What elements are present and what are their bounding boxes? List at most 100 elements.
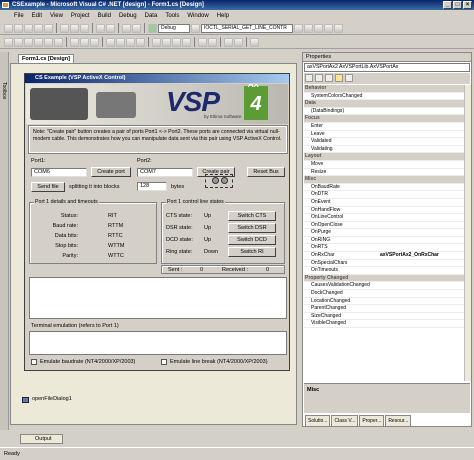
property-value[interactable] [380, 146, 464, 153]
nav-back-icon[interactable] [122, 23, 131, 33]
menu-project[interactable]: Project [71, 11, 90, 21]
toolbox-icon[interactable] [324, 23, 333, 33]
reset-bus-button[interactable]: Reset Bus [247, 167, 285, 177]
property-value[interactable] [380, 161, 464, 168]
solution-explorer-icon[interactable] [304, 23, 313, 33]
property-value[interactable] [380, 138, 464, 145]
property-value[interactable] [380, 305, 464, 312]
property-row[interactable]: OnLineControl [304, 214, 464, 222]
property-value[interactable] [380, 313, 464, 320]
vertical-spacing-icon[interactable] [152, 37, 161, 47]
log-area[interactable] [29, 277, 287, 319]
align-bottoms-icon[interactable] [54, 37, 63, 47]
designer-form[interactable]: CS Example (VSP ActiveX Control) VSP AX 4… [24, 73, 290, 371]
decrease-hspace-icon[interactable] [126, 37, 135, 47]
property-row[interactable]: Enter [304, 123, 464, 131]
block-size-input[interactable]: 128 [137, 182, 167, 191]
property-value[interactable] [380, 298, 464, 305]
property-row[interactable]: LocationChanged [304, 298, 464, 306]
property-row[interactable]: OnRING [304, 237, 464, 245]
property-row[interactable]: DockChanged [304, 290, 464, 298]
switch-dcd-button[interactable]: Switch DCD [228, 235, 276, 245]
property-category[interactable]: Property Changed [304, 274, 464, 283]
property-row[interactable]: OnRxChar axVSPortAx2_OnRxChar [304, 252, 464, 260]
port1-input[interactable]: COM6 [31, 168, 87, 177]
property-pages-icon[interactable] [345, 74, 353, 82]
emulate-baud-checkbox[interactable] [31, 359, 37, 365]
property-value[interactable] [380, 290, 464, 297]
save-icon[interactable] [34, 23, 43, 33]
make-same-width-icon[interactable] [70, 37, 79, 47]
alphabetic-icon[interactable] [315, 74, 323, 82]
menu-file[interactable]: File [14, 11, 24, 21]
make-same-height-icon[interactable] [80, 37, 89, 47]
property-value[interactable] [380, 229, 464, 236]
property-category[interactable]: Layout [304, 153, 464, 161]
cut-icon[interactable] [60, 23, 69, 33]
property-value[interactable] [380, 169, 464, 176]
switch-ri-button[interactable]: Switch RI [228, 247, 276, 257]
terminal-area[interactable] [29, 331, 287, 355]
switch-cts-button[interactable]: Switch CTS [228, 211, 276, 221]
property-category[interactable]: Behavior [304, 85, 464, 93]
maximize-button[interactable]: □ [453, 1, 462, 9]
new-project-icon[interactable] [4, 23, 13, 33]
send-file-button[interactable]: Send file [31, 182, 65, 192]
property-value[interactable] [380, 191, 464, 198]
bring-to-front-icon[interactable] [224, 37, 233, 47]
panel-tab[interactable]: Class V... [331, 415, 359, 427]
property-row[interactable]: Validating [304, 146, 464, 154]
class-view-icon[interactable] [334, 23, 343, 33]
property-grid[interactable]: Behavior SystemColorsChanged Data (DataBind… [304, 85, 464, 381]
property-row[interactable]: OnRTS [304, 244, 464, 253]
make-same-size-icon[interactable] [90, 37, 99, 47]
close-button[interactable]: × [463, 1, 472, 9]
property-value[interactable] [380, 214, 464, 221]
property-row[interactable]: OnDTR [304, 191, 464, 199]
properties-icon[interactable] [314, 23, 323, 33]
property-value[interactable] [380, 244, 464, 251]
property-row[interactable]: CausesValidationChanged [304, 282, 464, 291]
property-category[interactable]: Misc [304, 176, 464, 184]
property-value[interactable] [380, 123, 464, 130]
minimize-button[interactable]: _ [443, 1, 452, 9]
events-icon[interactable] [335, 74, 343, 82]
property-row[interactable]: OnTimeouts [304, 267, 464, 275]
port2-input[interactable]: COM7 [137, 168, 193, 177]
property-row[interactable]: Leave [304, 131, 464, 139]
property-row[interactable]: VisibleChanged [304, 320, 464, 328]
property-value[interactable] [380, 282, 464, 289]
categorized-icon[interactable] [305, 74, 313, 82]
find-icon[interactable] [294, 23, 303, 33]
menu-tools[interactable]: Tools [165, 11, 179, 21]
emulate-baud-option[interactable]: Emulate baudrate (NT4/2000/XP/2003) [31, 359, 135, 365]
solution-config-combo[interactable]: Debug [158, 23, 190, 33]
switch-dsr-button[interactable]: Switch DSR [228, 223, 276, 233]
properties-view-icon[interactable] [325, 74, 333, 82]
align-middles-icon[interactable] [44, 37, 53, 47]
remove-vspace-icon[interactable] [182, 37, 191, 47]
property-category[interactable]: Focus [304, 115, 464, 123]
menu-data[interactable]: Data [145, 11, 158, 21]
property-row[interactable]: Move [304, 161, 464, 169]
property-value[interactable] [380, 320, 464, 327]
property-value[interactable] [380, 207, 464, 214]
save-all-icon[interactable] [44, 23, 53, 33]
panel-tab[interactable]: Resour... [385, 415, 412, 427]
menu-edit[interactable]: Edit [32, 11, 42, 21]
property-scrollbar[interactable] [464, 85, 471, 381]
emulate-break-option[interactable]: Emulate line break (NT4/2000/XP/2003) [161, 359, 268, 365]
horizontal-spacing-icon[interactable] [106, 37, 115, 47]
menu-view[interactable]: View [50, 11, 63, 21]
decrease-vspace-icon[interactable] [172, 37, 181, 47]
property-category[interactable]: Data [304, 100, 464, 108]
align-lefts-icon[interactable] [4, 37, 13, 47]
config-manager-icon[interactable] [191, 23, 200, 33]
property-value[interactable] [380, 108, 464, 115]
center-horizontally-icon[interactable] [198, 37, 207, 47]
tab-form1-design[interactable]: Form1.cs [Design] [18, 54, 74, 63]
add-item-icon[interactable] [14, 23, 23, 33]
property-value[interactable] [380, 260, 464, 267]
property-row[interactable]: SystemColorsChanged [304, 93, 464, 101]
property-row[interactable]: OnBaudRate [304, 184, 464, 192]
